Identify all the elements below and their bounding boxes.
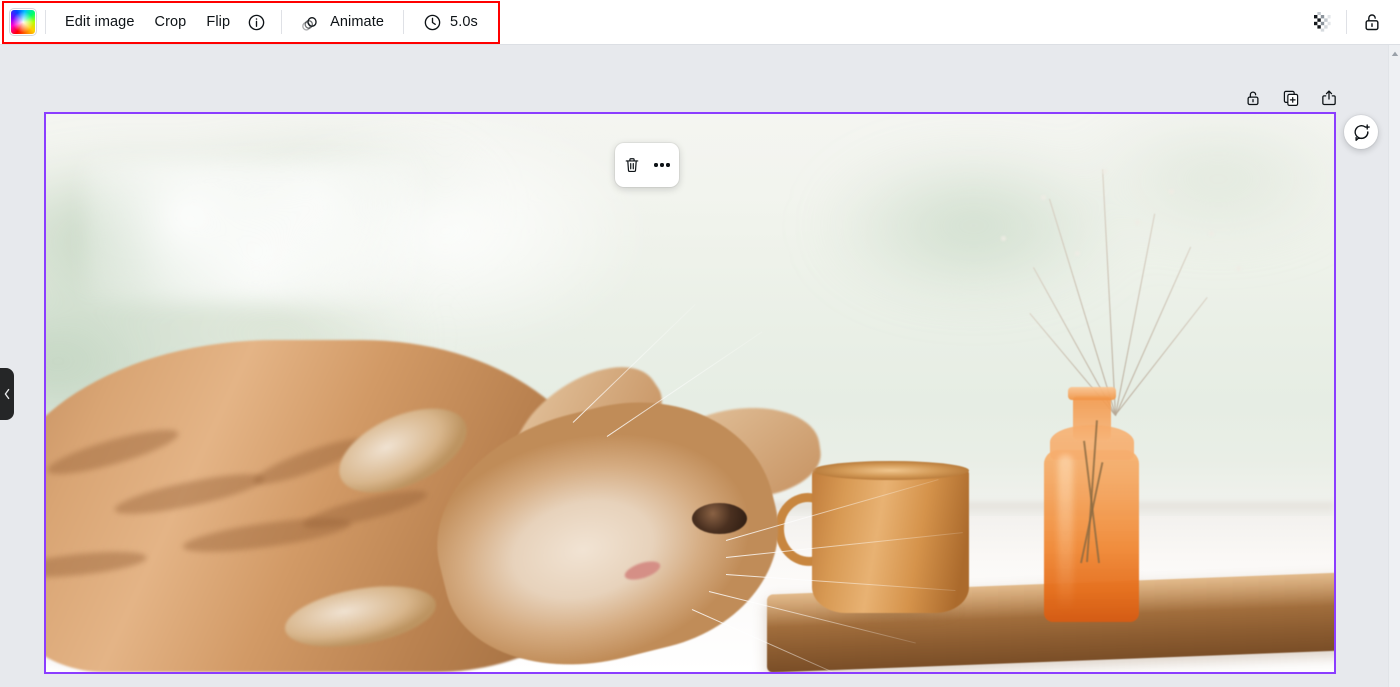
unlock-icon <box>1244 89 1262 107</box>
flip-label: Flip <box>206 14 231 30</box>
frame-quick-tools <box>1240 85 1342 111</box>
comment-plus-icon <box>1352 123 1371 142</box>
info-circle-icon <box>247 13 266 32</box>
clock-icon <box>423 13 442 32</box>
edit-image-label: Edit image <box>65 14 135 30</box>
add-comment-button[interactable] <box>1344 115 1378 149</box>
orange-glass-bottle <box>1044 376 1140 622</box>
bottle-lip <box>1068 387 1116 400</box>
image-editor-screen: Edit image Crop Flip Animate 5.0s <box>0 0 1400 687</box>
unlock-icon <box>1362 12 1382 32</box>
toolbar-divider <box>403 10 405 34</box>
collapse-sidebar-handle[interactable] <box>0 368 14 420</box>
duplicate-icon <box>1282 89 1300 107</box>
cat-window-photo[interactable] <box>46 114 1334 672</box>
element-context-toolbar <box>615 143 679 187</box>
delete-element-button[interactable] <box>618 151 646 179</box>
duration-button[interactable]: 5.0s <box>413 6 488 38</box>
lock-button[interactable] <box>1356 6 1388 38</box>
export-element-button[interactable] <box>1316 85 1342 111</box>
more-dots-icon <box>654 163 670 167</box>
bottle-neck <box>1072 395 1111 441</box>
animate-stack-icon <box>301 12 322 33</box>
photo-bokeh <box>84 158 420 304</box>
selected-image-frame[interactable] <box>44 112 1336 674</box>
duplicate-element-button[interactable] <box>1278 85 1304 111</box>
image-frame-inner <box>46 114 1334 672</box>
canvas-area[interactable] <box>0 45 1400 687</box>
trash-icon <box>623 156 641 174</box>
transparency-checkerboard-icon <box>1311 12 1331 32</box>
image-toolbar: Edit image Crop Flip Animate 5.0s <box>0 0 1400 45</box>
scroll-up-arrow-icon[interactable] <box>1389 47 1400 61</box>
upload-box-icon <box>1320 89 1338 107</box>
edit-image-button[interactable]: Edit image <box>55 6 145 38</box>
cat-eye <box>691 502 747 534</box>
crop-button[interactable]: Crop <box>145 6 197 38</box>
image-color-swatch[interactable] <box>9 8 37 36</box>
chevron-left-icon <box>3 388 11 400</box>
transparency-button[interactable] <box>1305 6 1337 38</box>
duration-label: 5.0s <box>450 14 478 30</box>
ginger-cat <box>46 303 963 672</box>
canvas-scrollbar[interactable] <box>1388 45 1400 687</box>
toolbar-left-group: Edit image Crop Flip Animate 5.0s <box>0 0 488 44</box>
bottle-highlight <box>1057 454 1073 612</box>
more-options-button[interactable] <box>648 151 676 179</box>
flip-button[interactable]: Flip <box>196 6 240 38</box>
toolbar-divider <box>281 10 283 34</box>
crop-label: Crop <box>154 14 187 30</box>
toolbar-right-group <box>1305 0 1400 44</box>
lock-element-button[interactable] <box>1240 85 1266 111</box>
toolbar-divider <box>1346 10 1347 34</box>
info-button[interactable] <box>240 6 272 38</box>
animate-label: Animate <box>330 14 385 30</box>
animate-button[interactable]: Animate <box>291 6 394 38</box>
toolbar-divider <box>45 10 46 34</box>
